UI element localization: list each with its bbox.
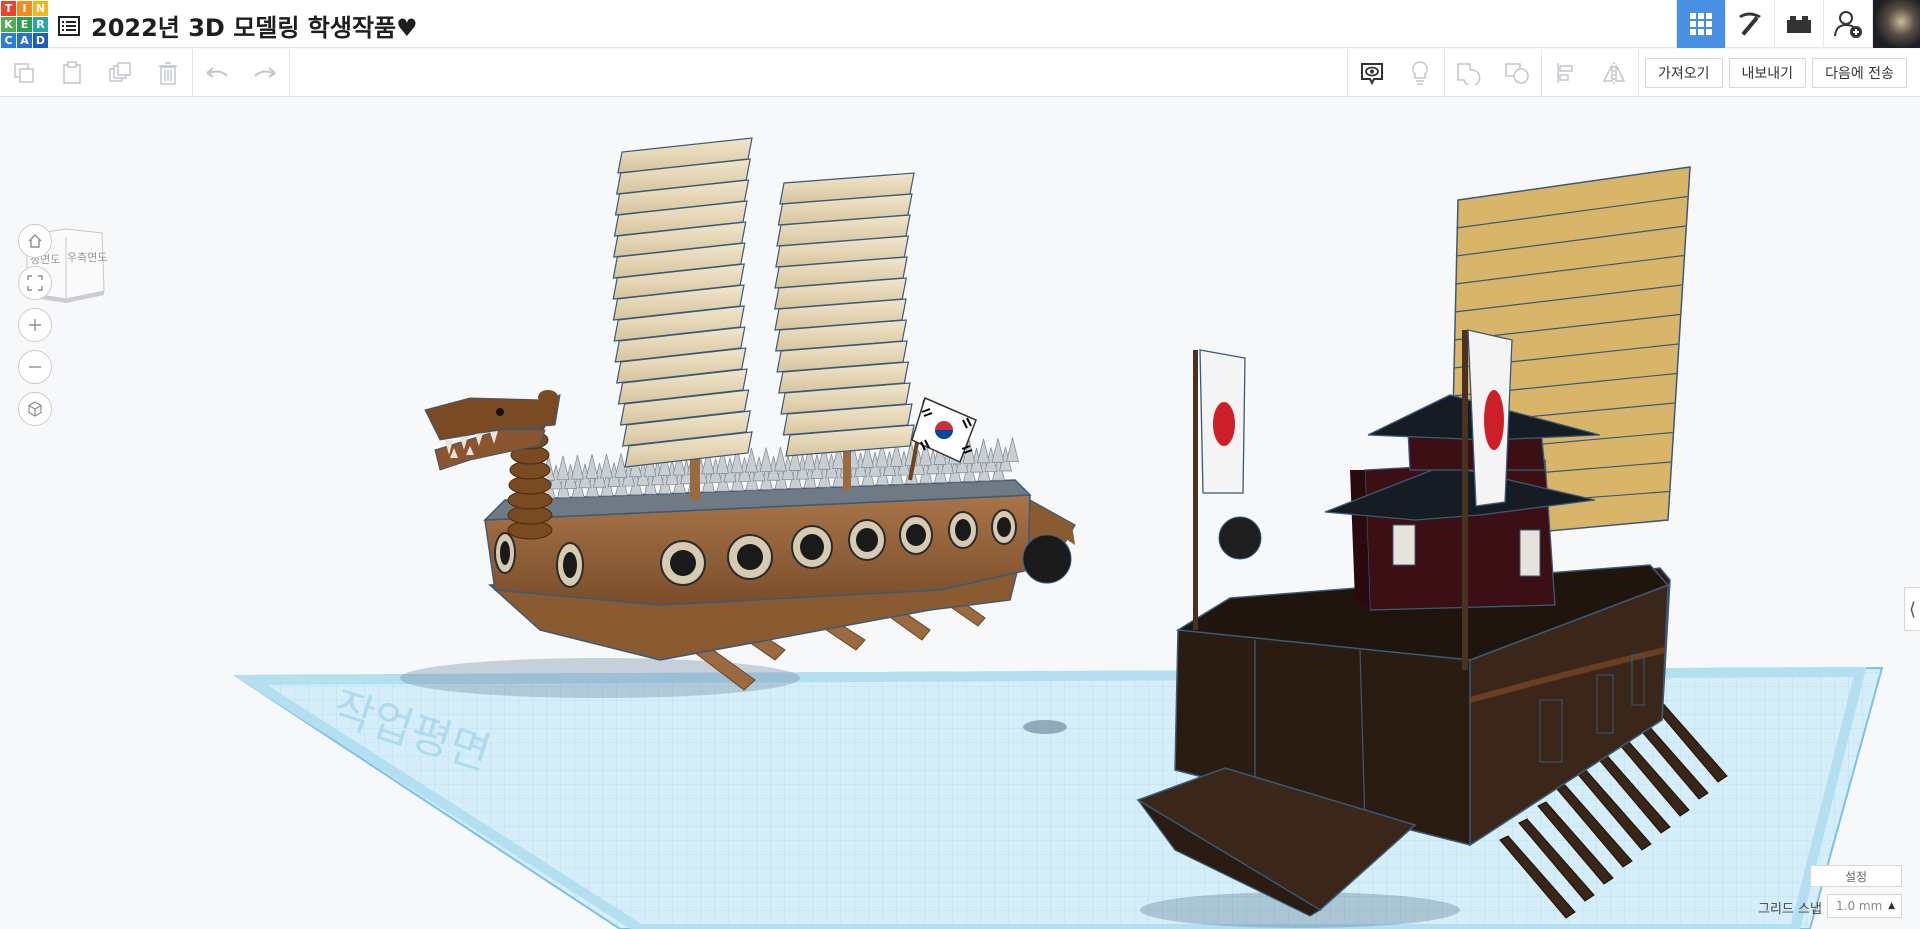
- design-list-icon[interactable]: [57, 14, 81, 38]
- duplicate-icon: [109, 62, 131, 82]
- light-button[interactable]: [1396, 49, 1444, 97]
- trash-icon: [159, 62, 177, 85]
- 3d-design-view-button[interactable]: [1676, 0, 1725, 48]
- group-button[interactable]: [1445, 49, 1493, 97]
- tinkercad-logo[interactable]: TIN KER CAD: [0, 0, 48, 48]
- grid-icon: [1690, 13, 1712, 35]
- ungroup-button[interactable]: [1493, 49, 1541, 97]
- logo-letter: R: [33, 17, 48, 32]
- lightbulb-icon: [1412, 61, 1428, 85]
- notes-button[interactable]: [1348, 49, 1396, 97]
- paste-button[interactable]: [48, 49, 96, 97]
- duplicate-button[interactable]: [96, 49, 144, 97]
- copy-icon: [14, 63, 34, 83]
- user-avatar[interactable]: [1872, 0, 1920, 48]
- fit-view-button[interactable]: [18, 266, 52, 300]
- home-icon: [28, 234, 42, 248]
- perspective-toggle-button[interactable]: [18, 392, 52, 426]
- pickaxe-icon: [1739, 12, 1761, 36]
- plus-icon: [29, 319, 41, 331]
- redo-icon: [254, 67, 276, 78]
- brick-icon: [1787, 16, 1811, 33]
- logo-letter: K: [1, 17, 16, 32]
- undo-icon: [206, 67, 228, 78]
- logo-letter: C: [1, 33, 16, 48]
- minus-icon: [29, 366, 41, 368]
- add-user-icon: [1834, 11, 1862, 38]
- codeblocks-button[interactable]: [1725, 0, 1774, 48]
- zoom-in-button[interactable]: [18, 308, 52, 342]
- clipboard-icon: [63, 61, 81, 84]
- delete-button[interactable]: [144, 49, 192, 97]
- export-button[interactable]: 내보내기: [1728, 58, 1807, 88]
- scene-canvas[interactable]: 작업평면: [0, 97, 1920, 929]
- workplane-viewport[interactable]: 작업평면 정면도 우측면도 ⟨: [0, 97, 1920, 929]
- turtle-cannonball: [1022, 534, 1072, 584]
- view-cube-right-label[interactable]: 우측면도: [67, 249, 107, 265]
- settings-button[interactable]: 설정: [1810, 865, 1902, 887]
- logo-letter: N: [33, 1, 48, 16]
- snap-grid-label: 그리드 스냅: [1758, 902, 1822, 917]
- chevron-left-icon: ⟨: [1908, 598, 1917, 620]
- undo-button[interactable]: [193, 49, 241, 97]
- cannonball-shadow: [1023, 720, 1067, 734]
- eye-speech-icon: [1361, 63, 1383, 86]
- snap-grid-value: 1.0 mm: [1836, 899, 1883, 913]
- ungroup-icon: [1505, 63, 1529, 84]
- zoom-out-button[interactable]: [18, 350, 52, 384]
- design-title[interactable]: 2022년 3D 모델링 학생작품♥: [91, 8, 418, 43]
- logo-letter: D: [33, 33, 48, 48]
- japanese-ship-model[interactable]: [1136, 166, 1728, 919]
- align-button[interactable]: [1542, 49, 1590, 97]
- logo-letter: A: [17, 33, 32, 48]
- edit-toolbar: 가져오기 내보내기 다음에 전송: [0, 49, 1920, 97]
- caret-up-icon: ▲: [1888, 901, 1895, 911]
- copy-button[interactable]: [0, 49, 48, 97]
- invite-user-button[interactable]: [1823, 0, 1872, 48]
- mirror-icon: [1602, 62, 1626, 84]
- top-bar: TIN KER CAD 2022년 3D 모델링 학생작품♥: [0, 0, 1920, 48]
- group-icon: [1457, 63, 1481, 85]
- japan-cannonball: [1218, 516, 1262, 560]
- redo-button[interactable]: [241, 49, 289, 97]
- snap-grid-select[interactable]: 1.0 mm ▲: [1827, 894, 1902, 918]
- home-view-button[interactable]: [18, 224, 52, 258]
- fit-view-icon: [27, 275, 43, 291]
- mirror-button[interactable]: [1590, 49, 1638, 97]
- bricks-button[interactable]: [1774, 0, 1823, 48]
- import-button[interactable]: 가져오기: [1645, 58, 1723, 88]
- cube-icon: [28, 401, 42, 417]
- panel-collapse-tab[interactable]: ⟨: [1904, 587, 1920, 631]
- align-icon: [1557, 63, 1573, 83]
- turtle-ship-model[interactable]: [424, 137, 1076, 691]
- send-to-button[interactable]: 다음에 전송: [1812, 58, 1907, 88]
- logo-letter: E: [17, 17, 32, 32]
- logo-letter: I: [17, 1, 32, 16]
- logo-letter: T: [1, 1, 16, 16]
